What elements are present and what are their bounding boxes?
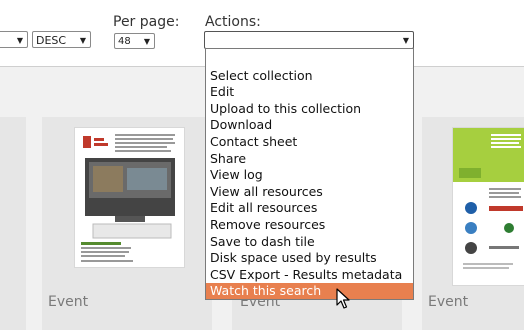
menu-item-csv-export[interactable]: CSV Export - Results metadata (209, 267, 413, 283)
chevron-down-icon: ▼ (402, 36, 409, 45)
menu-item-view-log[interactable]: View log (209, 167, 413, 183)
result-card-label: Event (48, 294, 89, 310)
thumbnail-image (75, 128, 184, 267)
menu-item-disk-space[interactable]: Disk space used by results (209, 250, 413, 266)
actions-dropdown-menu: Select collection Edit Upload to this co… (205, 48, 414, 300)
sort-order-select[interactable]: DESC ▼ (32, 31, 91, 48)
menu-item-view-all-resources[interactable]: View all resources (209, 184, 413, 200)
result-card-label: Event (428, 294, 469, 310)
menu-item-edit[interactable]: Edit (209, 84, 413, 100)
per-page-select[interactable]: 48 ▼ (114, 33, 155, 49)
result-card[interactable]: Event (42, 117, 212, 330)
sort-field-select[interactable]: ▼ (0, 31, 28, 48)
actions-label: Actions: (205, 14, 261, 30)
chevron-down-icon: ▼ (79, 36, 86, 45)
menu-item-watch-this-search[interactable]: Watch this search (206, 283, 413, 299)
result-card[interactable] (0, 117, 26, 330)
sort-order-value: DESC (36, 34, 67, 47)
menu-item-save-to-dash-tile[interactable]: Save to dash tile (209, 234, 413, 250)
menu-item-select-collection[interactable]: Select collection (209, 68, 413, 84)
chevron-down-icon: ▼ (16, 36, 23, 45)
result-thumbnail[interactable] (75, 128, 184, 267)
thumbnail-image (453, 128, 524, 285)
menu-item-contact-sheet[interactable]: Contact sheet (209, 134, 413, 150)
per-page-label: Per page: (113, 14, 180, 30)
mouse-cursor-icon (336, 288, 350, 309)
menu-item-remove-resources[interactable]: Remove resources (209, 217, 413, 233)
menu-item-edit-all-resources[interactable]: Edit all resources (209, 200, 413, 216)
menu-item-upload[interactable]: Upload to this collection (209, 101, 413, 117)
menu-item-download[interactable]: Download (209, 117, 413, 133)
result-thumbnail[interactable] (453, 128, 524, 285)
actions-select[interactable]: ▼ (204, 31, 414, 49)
chevron-down-icon: ▼ (143, 37, 150, 46)
menu-item-share[interactable]: Share (209, 151, 413, 167)
per-page-value: 48 (118, 36, 131, 47)
result-card[interactable]: Event (422, 117, 524, 330)
